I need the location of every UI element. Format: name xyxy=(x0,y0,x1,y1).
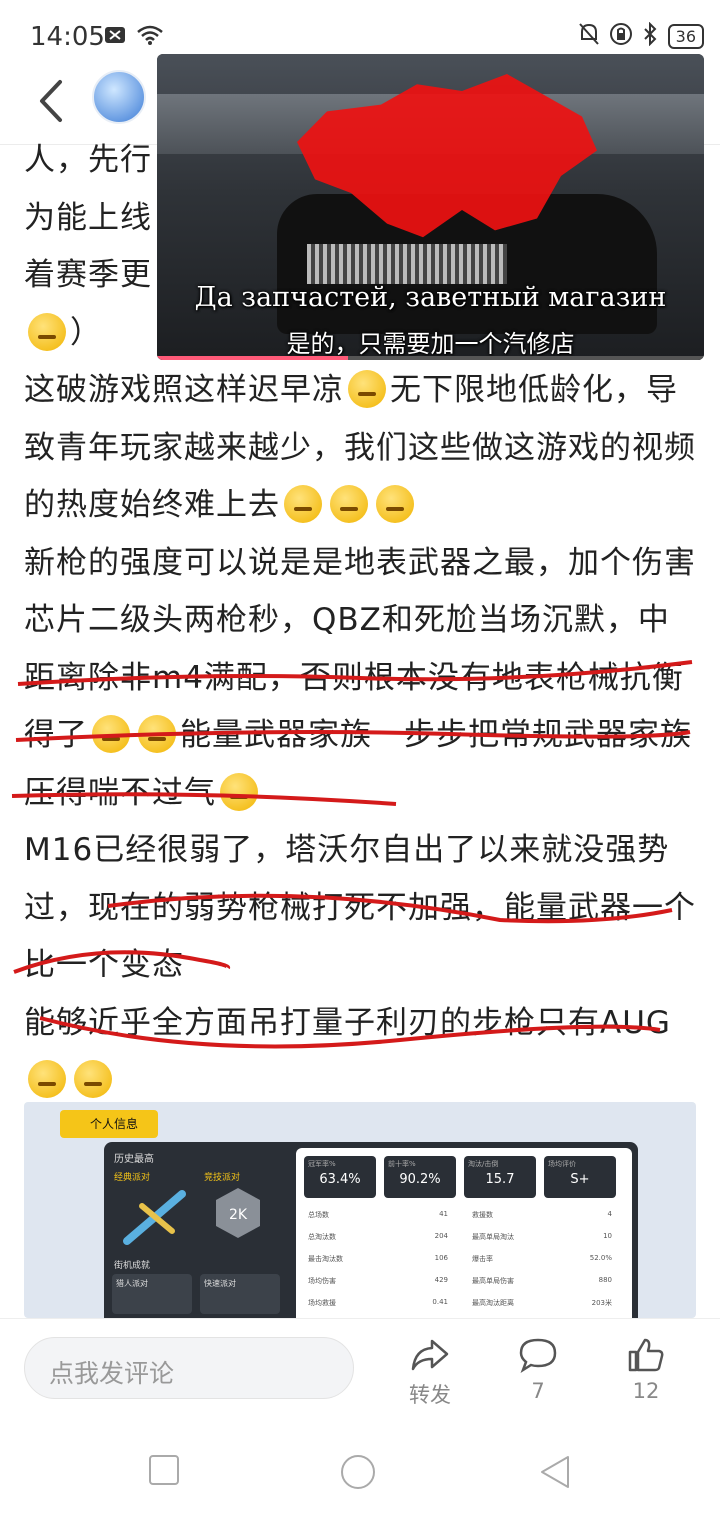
author-avatar[interactable] xyxy=(92,70,146,124)
post-text: ） xyxy=(70,314,102,351)
video-car-grill xyxy=(307,244,507,284)
stat-row: 最高单局伤害 880 xyxy=(472,1276,612,1285)
preview-card-1: 猎人派对 xyxy=(112,1274,192,1314)
comment-input[interactable]: 点我发评论 xyxy=(24,1337,354,1399)
circle-icon xyxy=(341,1455,375,1489)
status-right: 36 xyxy=(578,21,704,50)
floating-video-player[interactable]: Да запчастей, заветный магазин 是的，只需要加一个… xyxy=(157,54,704,360)
rank-badge-icon: 2K xyxy=(214,1186,262,1244)
rocket-icon xyxy=(122,1186,192,1250)
smirk-emoji-icon xyxy=(28,1060,66,1098)
back-nav-button[interactable] xyxy=(538,1454,572,1494)
stat-row: 最高淘汰距离 203米 xyxy=(472,1299,612,1307)
share-label: 转发 xyxy=(409,1383,451,1407)
square-icon xyxy=(149,1455,179,1485)
preview-mode-competitive: 竞技派对 xyxy=(204,1173,241,1183)
preview-panel: 历史最高 经典派对 竞技派对 2K 街机成就 猎人派对 快速派对 冠军率% 63.… xyxy=(104,1142,638,1318)
svg-text:2K: 2K xyxy=(229,1207,248,1223)
preview-history-title: 历史最高 xyxy=(114,1154,154,1165)
notification-icon xyxy=(104,25,126,49)
post-paragraph: 这破游戏照这样迟早凉 无下限地低龄化，导致青年玩家越来越少，我们这些做这游戏的视频… xyxy=(24,362,700,535)
post-image-preview[interactable]: 个人信息 历史最高 经典派对 竞技派对 2K 街机成就 猎人派对 快速派对 冠军… xyxy=(24,1102,696,1318)
home-button[interactable] xyxy=(340,1454,376,1494)
status-left-icons xyxy=(104,24,164,50)
bluetooth-icon xyxy=(642,21,658,50)
post-paragraph: 新枪的强度可以说是是地表武器之最，加个伤害芯片二级头两枪秒，QBZ和死尬当场沉默… xyxy=(24,535,700,823)
comment-button[interactable]: 7 xyxy=(498,1337,578,1403)
like-button[interactable]: 12 xyxy=(606,1337,686,1403)
system-nav-bar xyxy=(0,1418,720,1520)
mute-icon xyxy=(578,22,600,50)
triangle-back-icon xyxy=(541,1456,569,1488)
thumbs-up-icon xyxy=(628,1338,664,1372)
stat-row: 救援数 4 xyxy=(472,1210,612,1219)
back-button[interactable] xyxy=(34,76,74,126)
battery-indicator: 36 xyxy=(667,23,704,49)
stat-row: 总场数 41 xyxy=(308,1210,448,1219)
smirk-emoji-icon xyxy=(220,772,258,811)
smirk-emoji-icon xyxy=(92,715,130,753)
smirk-emoji-icon xyxy=(138,715,176,753)
stat-row: 场均救援 0.41 xyxy=(308,1298,448,1307)
stat-row: 最击淘汰数 106 xyxy=(308,1254,448,1263)
stat-row: 场均伤害 429 xyxy=(308,1276,448,1285)
bottom-action-bar: 点我发评论 转发 7 12 xyxy=(0,1318,720,1419)
post-text: 能够近乎全方面吊打量子利刃的步枪只有AUG xyxy=(24,1004,671,1041)
stat-box: 场均评价 S+ xyxy=(544,1156,616,1198)
post-paragraph: M16已经很弱了，塔沃尔自出了以来就没强势过，现在的弱势枪械打死不加强，能量武器… xyxy=(24,832,696,983)
share-icon xyxy=(411,1339,449,1371)
status-time: 14:05 xyxy=(30,22,105,52)
wifi-icon xyxy=(136,24,164,50)
preview-arcade-title: 街机成就 xyxy=(114,1261,151,1271)
smirk-emoji-icon xyxy=(348,370,386,408)
video-subtitle-ru: Да запчастей, заветный магазин xyxy=(194,282,667,313)
stat-row: 爆击率 52.0% xyxy=(472,1254,612,1263)
stat-row: 最高单局淘汰 10 xyxy=(472,1232,612,1241)
preview-stats-panel: 冠军率% 63.4% 前十率% 90.2% 淘汰/击倒 15.7 场均评价 S+ 总场数… xyxy=(296,1148,632,1318)
grimace-emoji-icon xyxy=(330,485,368,523)
smirk-emoji-icon xyxy=(28,312,66,351)
stat-box: 淘汰/击倒 15.7 xyxy=(464,1156,536,1198)
preview-mode-classic: 经典派对 xyxy=(114,1173,151,1183)
smirk-emoji-icon xyxy=(74,1060,112,1098)
video-progress-fill xyxy=(157,356,349,360)
stat-row: 总淘汰数 204 xyxy=(308,1232,448,1241)
video-progress-bar[interactable] xyxy=(157,356,704,360)
preview-tab: 个人信息 xyxy=(60,1110,158,1138)
lock-icon xyxy=(609,22,632,50)
comment-count: 7 xyxy=(531,1379,545,1403)
comment-icon xyxy=(519,1338,557,1373)
post-text: 这破游戏照这样迟早凉 xyxy=(24,372,344,408)
like-count: 12 xyxy=(632,1379,660,1403)
video-subtitle-cn: 是的，只需要加一个汽修店 xyxy=(286,330,575,358)
stat-box: 前十率% 90.2% xyxy=(384,1156,456,1198)
grimace-emoji-icon xyxy=(376,485,414,523)
post-paragraph: 能够近乎全方面吊打量子利刃的步枪只有AUG xyxy=(24,995,700,1110)
comment-placeholder: 点我发评论 xyxy=(49,1359,175,1388)
stat-box: 冠军率% 63.4% xyxy=(304,1156,376,1198)
recent-apps-button[interactable] xyxy=(148,1454,180,1490)
grimace-emoji-icon xyxy=(284,485,322,523)
share-button[interactable]: 转发 xyxy=(390,1337,470,1409)
preview-card-2: 快速派对 xyxy=(200,1274,280,1314)
